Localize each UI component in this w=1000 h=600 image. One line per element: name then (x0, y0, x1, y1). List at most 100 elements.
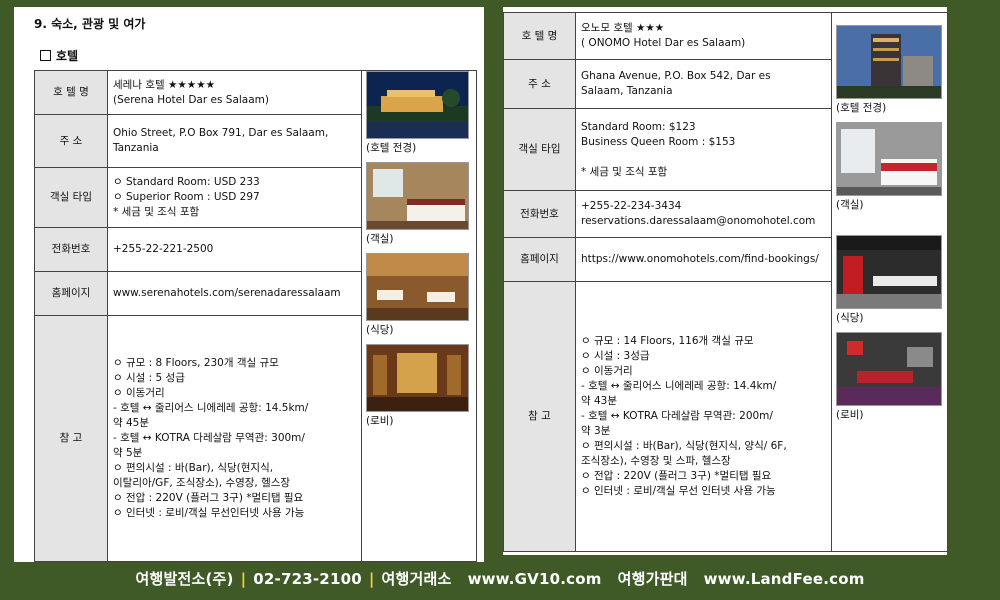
caption-room: (객실) (836, 199, 864, 211)
footer-site2-label: 여행가판대 (617, 570, 688, 588)
label-address: 주 소 (34, 114, 108, 168)
note-line: ㅇ 편의시설 : 바(Bar), 식당(현지식, (113, 462, 274, 474)
footer-site2-link[interactable]: www.LandFee.com (704, 570, 865, 588)
caption-restaurant: (식당) (836, 312, 864, 324)
label-room-type: 객실 타입 (34, 167, 108, 228)
note-line: ㅇ 시설 : 5 성급 (113, 372, 185, 384)
footer-separator: | (240, 570, 247, 588)
photo-column: (호텔 전경) (객실) (식당) (로비) (361, 70, 477, 562)
hotel-name-en: (Serena Hotel Dar es Salaam) (113, 93, 269, 106)
photo-column: (호텔 전경) (객실) (식당) (로비) (831, 12, 948, 552)
phone-cell: +255-22-234-3434 reservations.daressalaa… (575, 190, 832, 238)
notes-cell: ㅇ 규모 : 8 Floors, 230개 객실 규모 ㅇ 시설 : 5 성급 … (107, 315, 362, 562)
address-cell: Ohio Street, P.O Box 791, Dar es Salaam,… (107, 114, 362, 168)
hotel-name-cell: 세레나 호텔 ★★★★★ (Serena Hotel Dar es Salaam… (107, 70, 362, 115)
note-line: 약 3분 (581, 425, 611, 437)
phone-number: +255-22-234-3434 (581, 200, 682, 212)
label-homepage: 홈페이지 (503, 237, 576, 282)
room-item: ㅇ Superior Room : USD 297 (113, 191, 260, 203)
reservation-email: reservations.daressalaam@onomohotel.com (581, 215, 816, 227)
star-rating-icon: ★★★★★ (167, 78, 216, 91)
hotel-name-ko: 오노모 호텔 (581, 22, 633, 34)
hotel-lobby-photo (366, 344, 469, 412)
note-line: 약 5분 (113, 447, 143, 459)
note-line: ㅇ 시설 : 3성급 (581, 350, 650, 362)
footer-phone: 02-723-2100 (253, 570, 362, 588)
footer-site1-label: 여행거래소 (381, 570, 452, 588)
footer-banner: 여행발전소(주) | 02-723-2100 | 여행거래소 www.GV10.com 여행… (0, 568, 1000, 589)
caption-restaurant: (식당) (366, 324, 394, 336)
onomo-hotel-table: 호 텔 명 오노모 호텔 ★★★ ( ONOMO Hotel Dar es Sa… (503, 12, 948, 552)
label-hotel-name: 호 텔 명 (503, 12, 576, 60)
note-line: 조식장소), 수영장 및 스파, 헬스장 (581, 455, 731, 467)
label-phone: 전화번호 (503, 190, 576, 238)
right-document-page: 호 텔 명 오노모 호텔 ★★★ ( ONOMO Hotel Dar es Sa… (503, 7, 948, 555)
address-line-1: Ghana Avenue, P.O. Box 542, Dar es (581, 70, 771, 82)
hotel-restaurant-photo (836, 235, 942, 309)
star-rating-icon: ★★★ (635, 22, 665, 34)
footer-site1-link[interactable]: www.GV10.com (468, 570, 602, 588)
caption-exterior: (호텔 전경) (366, 142, 417, 154)
note-line: ㅇ 이동거리 (113, 387, 165, 399)
subsection-label: 호텔 (56, 49, 79, 63)
note-line: ㅇ 전압 : 220V (플러그 3구) *멀티탭 필요 (581, 470, 772, 482)
note-line: ㅇ 전압 : 220V (플러그 3구) *멀티탭 필요 (113, 492, 304, 504)
label-homepage: 홈페이지 (34, 271, 108, 316)
address-line-2: Tanzania (113, 142, 159, 154)
subsection-title: 호텔 (40, 47, 78, 64)
notes-cell: ㅇ 규모 : 14 Floors, 116개 객실 규모 ㅇ 시설 : 3성급 … (575, 281, 832, 552)
address-line-2: Salaam, Tanzania (581, 85, 673, 97)
caption-lobby: (로비) (366, 415, 394, 427)
caption-room: (객실) (366, 233, 394, 245)
room-spacer (581, 150, 826, 165)
room-type-cell: Standard Room: $123 Business Queen Room … (575, 108, 832, 191)
section-title: 9. 숙소, 관광 및 여가 (34, 17, 146, 31)
room-item: * 세금 및 조식 포함 (581, 165, 668, 178)
note-line: - 호텔 ↔ 줄리어스 니에레레 공항: 14.4km/ (581, 380, 777, 392)
footer-company: 여행발전소(주) (135, 570, 234, 588)
hotel-restaurant-photo (366, 253, 469, 321)
address-cell: Ghana Avenue, P.O. Box 542, Dar es Salaa… (575, 59, 832, 109)
note-line: ㅇ 편의시설 : 바(Bar), 식당(현지식, 양식/ 6F, (581, 440, 787, 452)
room-type-cell: ㅇ Standard Room: USD 233 ㅇ Superior Room… (107, 167, 362, 228)
note-line: 약 43분 (581, 395, 618, 407)
room-item: * 세금 및 조식 포함 (113, 206, 200, 218)
hotel-room-photo (836, 122, 942, 196)
note-line: - 호텔 ↔ 줄리어스 니에레레 공항: 14.5km/ (113, 402, 309, 414)
serena-hotel-table: 호 텔 명 세레나 호텔 ★★★★★ (Serena Hotel Dar es … (34, 70, 477, 562)
room-item: ㅇ Standard Room: USD 233 (113, 176, 260, 188)
address-line-1: Ohio Street, P.O Box 791, Dar es Salaam, (113, 127, 329, 139)
caption-exterior: (호텔 전경) (836, 102, 887, 114)
label-room-type: 객실 타입 (503, 108, 576, 191)
note-line: ㅇ 규모 : 14 Floors, 116개 객실 규모 (581, 335, 754, 347)
note-line: ㅇ 인터넷 : 로비/객실 무선인터넷 사용 가능 (113, 507, 305, 519)
hotel-name-en: ( ONOMO Hotel Dar es Salaam) (581, 37, 746, 49)
homepage-cell: https://www.onomohotels.com/find-booking… (575, 237, 832, 282)
hotel-exterior-photo (366, 71, 469, 139)
hotel-name-ko: 세레나 호텔 (113, 78, 165, 91)
label-hotel-name: 호 텔 명 (34, 70, 108, 115)
label-notes: 참 고 (34, 315, 108, 562)
footer-separator: | (368, 570, 375, 588)
note-line: ㅇ 인터넷 : 로비/객실 무선 인터넷 사용 가능 (581, 485, 776, 497)
label-phone: 전화번호 (34, 227, 108, 272)
hotel-lobby-photo (836, 332, 942, 406)
hotel-room-photo (366, 162, 469, 230)
hotel-exterior-photo (836, 25, 942, 99)
homepage-cell: www.serenahotels.com/serenadaressalaam (107, 271, 362, 316)
label-address: 주 소 (503, 59, 576, 109)
note-line: - 호텔 ↔ KOTRA 다레살람 무역관: 300m/ (113, 432, 305, 444)
room-item: Business Queen Room : $153 (581, 135, 736, 148)
caption-lobby: (로비) (836, 409, 864, 421)
note-line: 약 45분 (113, 417, 150, 429)
left-document-page: 9. 숙소, 관광 및 여가 호텔 호 텔 명 세레나 호텔 ★★★★★ (Se… (14, 7, 484, 562)
label-notes: 참 고 (503, 281, 576, 552)
note-line: ㅇ 이동거리 (581, 365, 633, 377)
note-line: ㅇ 규모 : 8 Floors, 230개 객실 규모 (113, 357, 279, 369)
checkbox-icon (40, 50, 51, 61)
phone-cell: +255-22-221-2500 (107, 227, 362, 272)
note-line: 이탈리아/GF, 조식장소), 수영장, 헬스장 (113, 477, 291, 489)
note-line: - 호텔 ↔ KOTRA 다레살람 무역관: 200m/ (581, 410, 773, 422)
hotel-name-cell: 오노모 호텔 ★★★ ( ONOMO Hotel Dar es Salaam) (575, 12, 832, 60)
room-item: Standard Room: $123 (581, 120, 696, 133)
